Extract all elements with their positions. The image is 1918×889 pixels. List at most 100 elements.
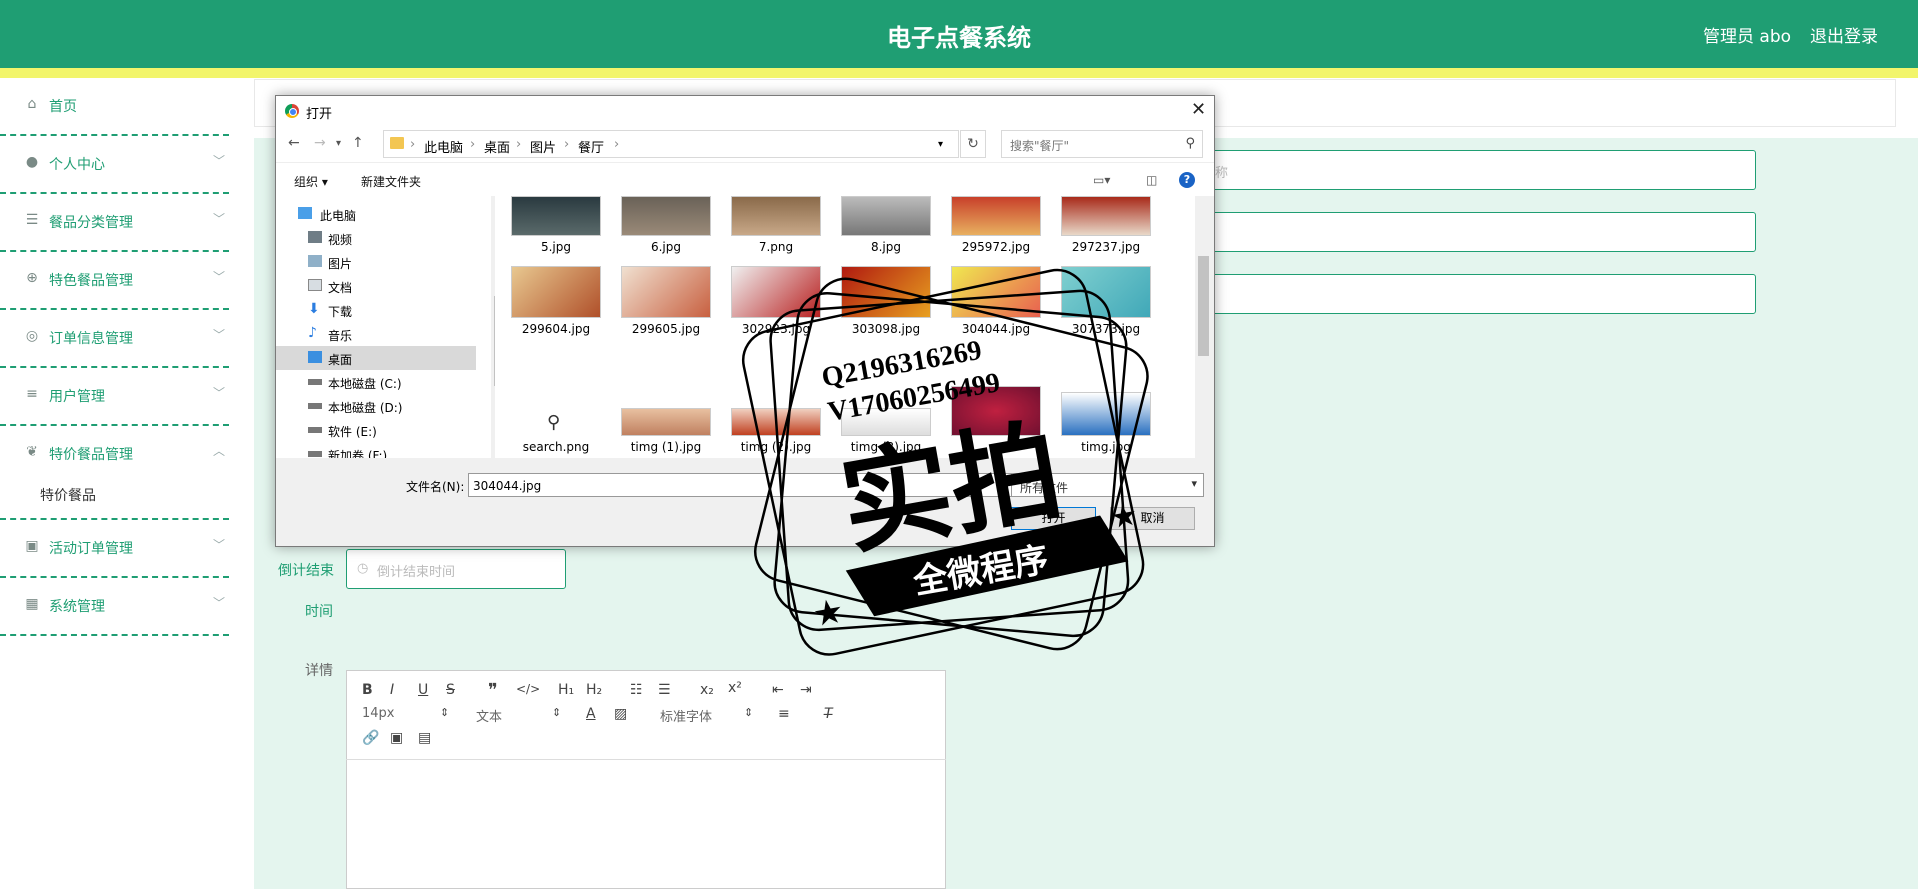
clear-format-icon[interactable]: T̶ [824,706,833,722]
quote-icon[interactable]: ❞ [488,680,498,701]
file-name[interactable]: timg (3).jpg [831,440,941,454]
file-name[interactable]: timg (2).jpg [721,440,831,454]
tree-item-desktop[interactable]: 桌面 [276,346,476,370]
file-thumbnail[interactable] [731,266,821,318]
sidebar-subitem-specials[interactable]: 特价餐品 [0,470,229,520]
organize-button[interactable]: 组织 ▾ [294,173,328,190]
indent-icon[interactable]: ⇥ [800,682,812,698]
file-list-scrollbar[interactable] [1195,196,1212,458]
breadcrumb-pictures[interactable]: 图片 [530,137,556,156]
h1-icon[interactable]: H₁ [558,682,574,698]
view-icon[interactable]: ▭▾ [1093,173,1110,187]
file-name[interactable]: 5.jpg [501,240,611,254]
tree-item-pictures[interactable]: 图片 [276,250,476,274]
bullet-list-icon[interactable]: ☰ [658,682,671,698]
file-name[interactable]: 297237.jpg [1051,240,1161,254]
file-thumbnail[interactable] [621,266,711,318]
tree-item-downloads[interactable]: ⬇ 下载 [276,298,476,322]
tree-item-this-pc[interactable]: 此电脑 [276,202,476,226]
file-name[interactable]: 7.png [721,240,831,254]
tree-item-drive-d[interactable]: 本地磁盘 (D:) [276,394,476,418]
sidebar-item-category[interactable]: ☰ 餐品分类管理 ﹀ [0,194,229,252]
search-file-icon[interactable]: ⚲ [547,412,560,433]
file-thumbnail[interactable] [951,386,1041,436]
breadcrumb-restaurant[interactable]: 餐厅 [578,137,604,156]
forward-arrow-icon[interactable]: → [314,135,326,151]
filename-input[interactable]: 304044.jpg [468,473,1012,497]
open-button[interactable]: 打开 [1011,507,1096,530]
file-thumbnail[interactable] [951,196,1041,236]
underline-icon[interactable]: U [418,682,428,698]
file-type-select[interactable]: 所有文件 ▾ [1011,473,1204,497]
field-input-3[interactable] [1190,274,1756,314]
chevron-down-icon[interactable]: ▾ [336,138,341,149]
background-color-icon[interactable]: ▨ [614,706,627,722]
file-thumbnail[interactable] [511,196,601,236]
file-thumbnail[interactable] [841,408,931,436]
help-icon[interactable]: ? [1179,172,1195,188]
video-icon[interactable]: ▤ [418,730,431,746]
file-thumbnail[interactable] [1061,392,1151,436]
back-arrow-icon[interactable]: ← [288,135,300,151]
file-name[interactable]: search.png [501,440,611,454]
file-list-scroll-thumb[interactable] [1198,256,1209,356]
sidebar-item-users[interactable]: ≡ 用户管理 ﹀ [0,368,229,426]
align-icon[interactable]: ≡ [778,706,790,722]
file-name[interactable]: 299605.jpg [611,322,721,336]
file-thumbnail[interactable] [841,266,931,318]
file-thumbnail[interactable] [1061,266,1151,318]
font-size-select[interactable]: 14px [362,706,395,721]
file-name[interactable]: 304044.jpg [941,322,1051,336]
font-family-select[interactable]: 标准字体 [660,706,712,725]
strike-icon[interactable]: S [446,682,455,698]
file-thumbnail[interactable] [731,408,821,436]
sidebar-item-system[interactable]: ▦ 系统管理 ﹀ [0,578,229,636]
field-input-2[interactable] [1190,212,1756,252]
h2-icon[interactable]: H₂ [586,682,602,698]
file-name[interactable]: 8.jpg [831,240,941,254]
outdent-icon[interactable]: ⇤ [772,682,784,698]
file-name[interactable]: 303098.jpg [831,322,941,336]
logout-link[interactable]: 退出登录 [1810,22,1878,47]
image-icon[interactable]: ▣ [390,730,403,746]
tree-item-drive-e[interactable]: 软件 (E:) [276,418,476,442]
file-thumbnail[interactable] [841,196,931,236]
new-folder-button[interactable]: 新建文件夹 [361,173,421,190]
sidebar-item-home[interactable]: ⌂ 首页 [0,78,229,136]
breadcrumb-desktop[interactable]: 桌面 [484,137,510,156]
file-name[interactable]: timg (1).jpg [611,440,721,454]
file-thumbnail[interactable] [951,266,1041,318]
tree-item-videos[interactable]: 视频 [276,226,476,250]
preview-pane-icon[interactable]: ◫ [1146,173,1157,187]
sidebar-item-activity-orders[interactable]: ▣ 活动订单管理 ﹀ [0,520,229,578]
subscript-icon[interactable]: x₂ [700,682,714,698]
refresh-button[interactable]: ↻ [960,130,986,158]
font-color-icon[interactable]: A [586,706,596,722]
address-bar[interactable]: › 此电脑 › 桌面 › 图片 › 餐厅 › ▾ [383,130,959,158]
sidebar-item-orders[interactable]: ◎ 订单信息管理 ﹀ [0,310,229,368]
file-name[interactable]: 299604.jpg [501,322,611,336]
sidebar-item-profile[interactable]: ● 个人中心 ﹀ [0,136,229,194]
search-input[interactable]: 搜索"餐厅" ⚲ [1001,130,1203,158]
file-thumbnail[interactable] [621,196,711,236]
file-name[interactable]: 307373.jpg [1051,322,1161,336]
chevron-down-icon[interactable]: ▾ [938,139,943,150]
countdown-end-input[interactable]: ◷ 倒计结束时间 [346,549,566,589]
tree-item-music[interactable]: ♪ 音乐 [276,322,476,346]
file-thumbnail[interactable] [731,196,821,236]
link-icon[interactable]: 🔗 [362,730,379,746]
tree-item-drive-f[interactable]: 新加卷 (F:) [276,442,476,458]
file-name[interactable]: 302923.jpg [721,322,831,336]
tree-item-documents[interactable]: 文档 [276,274,476,298]
file-name[interactable]: timg.jpg [1051,440,1161,454]
file-thumbnail[interactable] [511,266,601,318]
code-icon[interactable]: </> [516,682,540,696]
text-type-select[interactable]: 文本 [476,706,502,725]
file-thumbnail[interactable] [1061,196,1151,236]
bold-icon[interactable]: B [362,682,373,698]
cancel-button[interactable]: 取消 [1110,507,1195,530]
name-input[interactable]: 称 [1190,150,1756,190]
italic-icon[interactable]: I [390,682,394,698]
ordered-list-icon[interactable]: ☷ [630,682,643,698]
up-arrow-icon[interactable]: ↑ [352,135,364,151]
